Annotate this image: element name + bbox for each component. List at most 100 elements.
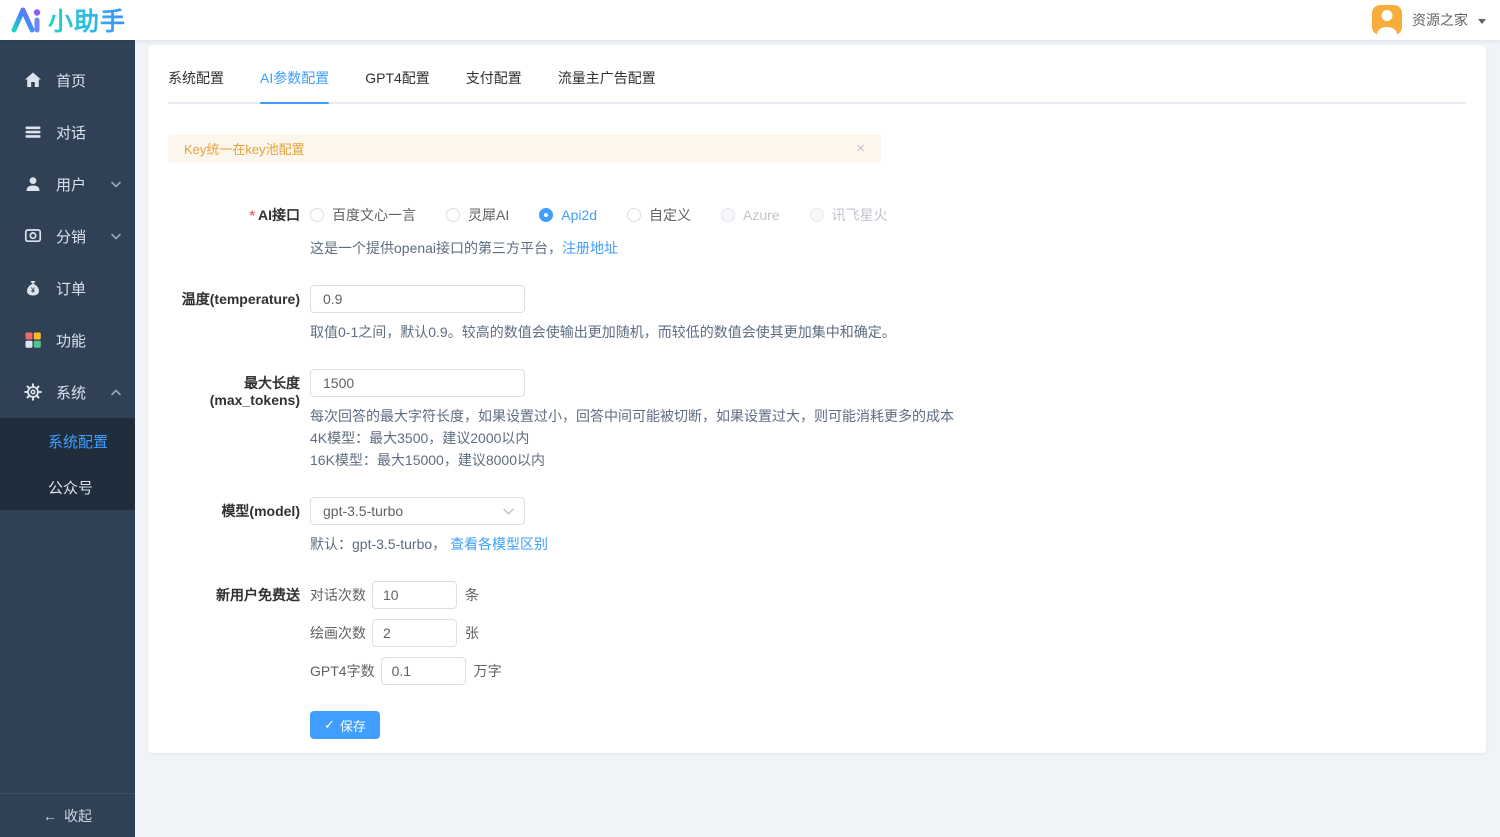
radio-azure[interactable]: Azure xyxy=(721,207,780,223)
sidebar-item-chat[interactable]: 对话 xyxy=(0,106,135,158)
radio-label: 灵犀AI xyxy=(468,205,509,225)
required-mark: * xyxy=(250,207,255,223)
free-quota-row-gpt4: GPT4字数 万字 xyxy=(310,657,502,685)
sidebar-item-label: 用户 xyxy=(56,174,86,195)
tab-traffic-ads-config[interactable]: 流量主广告配置 xyxy=(558,60,656,102)
settings-card: 系统配置 AI参数配置 GPT4配置 支付配置 流量主广告配置 Key统一在ke… xyxy=(148,45,1486,753)
user-avatar-icon xyxy=(1372,5,1402,35)
radio-circle-icon xyxy=(721,208,735,222)
draw-count-input[interactable] xyxy=(372,619,457,647)
sidebar-item-label: 订单 xyxy=(56,278,86,299)
radio-circle-icon xyxy=(539,208,553,222)
draw-count-unit: 张 xyxy=(465,623,479,643)
sidebar-item-label: 对话 xyxy=(56,122,86,143)
form-item-max-tokens: 最大长度(max_tokens) 每次回答的最大字符长度，如果设置过小，回答中间… xyxy=(168,369,1466,471)
model-help: 默认：gpt-3.5-turbo， 查看各模型区别 xyxy=(310,534,548,555)
chat-count-unit: 条 xyxy=(465,585,479,605)
logo-title: 小助手 xyxy=(48,2,126,38)
chevron-down-icon xyxy=(111,233,121,240)
sidebar-subitem-official-account[interactable]: 公众号 xyxy=(0,464,135,510)
max-tokens-help-1: 每次回答的最大字符长度，如果设置过小，回答中间可能被切断，如果设置过大，则可能消… xyxy=(310,406,954,427)
chevron-down-icon xyxy=(1478,19,1486,24)
radio-circle-icon xyxy=(446,208,460,222)
ai-interface-label: *AI接口 xyxy=(168,201,300,259)
ai-interface-radio-group: 百度文心一言 灵犀AI Api2d xyxy=(310,201,918,229)
model-diff-link[interactable]: 查看各模型区别 xyxy=(450,536,548,552)
chevron-down-icon xyxy=(503,508,514,515)
radio-circle-icon xyxy=(627,208,641,222)
model-select[interactable]: gpt-3.5-turbo xyxy=(310,497,525,525)
chat-count-label: 对话次数 xyxy=(310,585,366,605)
sidebar-subitem-label: 公众号 xyxy=(48,477,93,498)
temperature-label: 温度(temperature) xyxy=(168,285,300,343)
sidebar-item-system[interactable]: 系统 xyxy=(0,366,135,418)
distribution-icon xyxy=(24,227,42,245)
sidebar-nav: 首页 对话 用户 xyxy=(0,40,135,510)
form-item-ai-interface: *AI接口 百度文心一言 灵犀AI xyxy=(168,201,1466,259)
radio-circle-icon xyxy=(810,208,824,222)
radio-baidu-wenxin[interactable]: 百度文心一言 xyxy=(310,205,416,225)
free-quota-row-draw: 绘画次数 张 xyxy=(310,619,502,647)
app-logo: 小助手 xyxy=(10,2,126,38)
sidebar-item-home[interactable]: 首页 xyxy=(0,54,135,106)
free-quota-row-chat: 对话次数 条 xyxy=(310,581,502,609)
order-moneybag-icon: ¥ xyxy=(24,279,42,297)
logo-ai-icon xyxy=(10,5,42,35)
sidebar-item-label: 分销 xyxy=(56,226,86,247)
form-item-temperature: 温度(temperature) 取值0-1之间，默认0.9。较高的数值会使输出更… xyxy=(168,285,1466,343)
tab-system-config[interactable]: 系统配置 xyxy=(168,60,224,102)
radio-api2d[interactable]: Api2d xyxy=(539,207,597,223)
draw-count-label: 绘画次数 xyxy=(310,623,366,643)
max-tokens-input[interactable] xyxy=(310,369,525,397)
radio-label: 百度文心一言 xyxy=(332,205,416,225)
max-tokens-label: 最大长度(max_tokens) xyxy=(168,369,300,471)
max-tokens-help-3: 16K模型：最大15000，建议8000以内 xyxy=(310,450,954,471)
form-item-free-quota: 新用户免费送 对话次数 条 绘画次数 张 GPT xyxy=(168,581,1466,685)
sidebar-collapse-button[interactable]: ← 收起 xyxy=(0,793,135,837)
sidebar-item-orders[interactable]: ¥ 订单 xyxy=(0,262,135,314)
form-item-model: 模型(model) gpt-3.5-turbo 默认：gpt-3.5-turbo… xyxy=(168,497,1466,555)
user-name: 资源之家 xyxy=(1412,10,1468,30)
max-tokens-help-2: 4K模型：最大3500，建议2000以内 xyxy=(310,428,954,449)
ai-interface-help: 这是一个提供openai接口的第三方平台，注册地址 xyxy=(310,238,918,259)
sidebar: 首页 对话 用户 xyxy=(0,40,135,837)
sidebar-item-features[interactable]: 功能 xyxy=(0,314,135,366)
radio-circle-icon xyxy=(310,208,324,222)
temperature-input[interactable] xyxy=(310,285,525,313)
svg-text:¥: ¥ xyxy=(31,287,35,294)
tab-payment-config[interactable]: 支付配置 xyxy=(466,60,522,102)
tab-ai-params[interactable]: AI参数配置 xyxy=(260,60,329,102)
features-grid-icon xyxy=(24,331,42,349)
model-label: 模型(model) xyxy=(168,497,300,555)
sidebar-item-distribution[interactable]: 分销 xyxy=(0,210,135,262)
sidebar-item-users[interactable]: 用户 xyxy=(0,158,135,210)
radio-label: 讯飞星火 xyxy=(832,205,888,225)
radio-custom[interactable]: 自定义 xyxy=(627,205,691,225)
alert-text: Key统一在key池配置 xyxy=(184,139,305,158)
register-address-link[interactable]: 注册地址 xyxy=(562,240,618,256)
free-quota-label: 新用户免费送 xyxy=(168,581,300,685)
radio-xunfei-spark[interactable]: 讯飞星火 xyxy=(810,205,888,225)
sidebar-item-label: 功能 xyxy=(56,330,86,351)
sidebar-subitem-system-config[interactable]: 系统配置 xyxy=(0,418,135,464)
tab-gpt4-config[interactable]: GPT4配置 xyxy=(365,60,430,102)
temperature-help: 取值0-1之间，默认0.9。较高的数值会使输出更加随机，而较低的数值会使其更加集… xyxy=(310,322,896,343)
check-icon: ✓ xyxy=(324,717,335,733)
gpt4-words-input[interactable] xyxy=(381,657,466,685)
arrow-left-icon: ← xyxy=(43,808,57,824)
gpt4-words-unit: 万字 xyxy=(474,661,502,681)
main-content: 系统配置 AI参数配置 GPT4配置 支付配置 流量主广告配置 Key统一在ke… xyxy=(135,40,1500,837)
chat-count-input[interactable] xyxy=(372,581,457,609)
user-menu[interactable]: 资源之家 xyxy=(1372,5,1486,35)
form-item-save: ✓ 保存 xyxy=(168,711,1466,739)
sidebar-item-label: 首页 xyxy=(56,70,86,91)
chevron-down-icon xyxy=(111,181,121,188)
settings-tabs: 系统配置 AI参数配置 GPT4配置 支付配置 流量主广告配置 xyxy=(168,60,1466,104)
save-button-label: 保存 xyxy=(340,716,366,735)
radio-lingxi-ai[interactable]: 灵犀AI xyxy=(446,205,509,225)
close-icon[interactable]: × xyxy=(856,141,865,156)
user-icon xyxy=(24,175,42,193)
collapse-label: 收起 xyxy=(64,806,92,826)
save-button[interactable]: ✓ 保存 xyxy=(310,711,380,739)
ai-params-form: *AI接口 百度文心一言 灵犀AI xyxy=(168,201,1466,739)
